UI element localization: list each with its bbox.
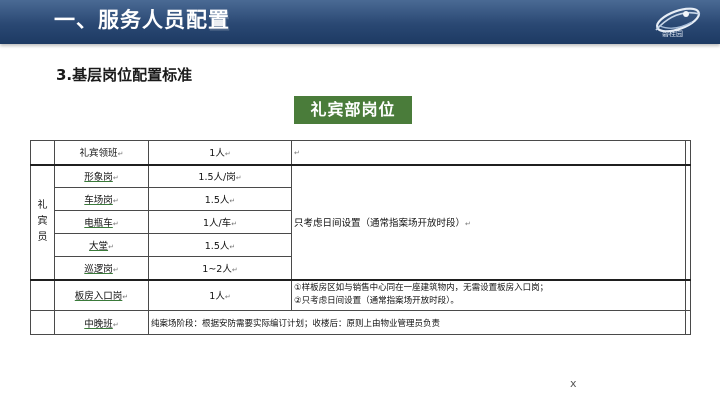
cell-mark: ↵ — [117, 150, 124, 159]
cell-mark: ↵ — [294, 148, 300, 157]
merged-role-text: 礼宾员 — [37, 200, 48, 243]
table-cell — [30, 140, 55, 165]
staffing-value: 1人 — [209, 291, 225, 303]
note-line: ②只考虑日间设置（通常指案场开放时段）。 — [294, 296, 459, 307]
table-cell: 车场岗↵ — [54, 187, 149, 211]
cell-mark: ↵ — [112, 320, 119, 329]
slide-header: 置 一、服务人员配置 碧桂园 — [0, 0, 720, 44]
post-name: 板房入口岗 — [74, 291, 123, 303]
post-name: 大堂 — [89, 241, 109, 252]
evening-shift-note: 纯案场阶段：根据安防需要实际编订计划；收楼后：原则上由物业管理员负责 — [151, 318, 441, 329]
post-name: 巡逻岗 — [84, 263, 113, 275]
cell-mark: ↵ — [231, 265, 238, 274]
table-cell: 巡逻岗↵ — [54, 256, 149, 280]
cell-mark: ↵ — [229, 197, 236, 205]
table-cell: ↵ — [291, 140, 686, 165]
table-cell: 电瓶车↵ — [54, 210, 149, 234]
table-row: 礼宾员 形象岗↵ 1.5人/岗↵ 只考虑日间设置（通常指案场开放时段）↵ — [30, 163, 691, 280]
table-cell — [685, 278, 691, 311]
staffing-value: 1人 — [209, 148, 225, 160]
table-cell — [30, 310, 55, 335]
page-title: 一、服务人员配置 — [54, 8, 230, 32]
post-name: 电瓶车 — [84, 218, 113, 229]
post-name: 中晚班 — [84, 318, 113, 330]
post-name: 形象岗 — [84, 172, 113, 184]
cell-mark: ↵ — [112, 197, 119, 205]
note-line: ①样板房区如与销售中心同在一座建筑物内，无需设置板房入口岗； — [294, 283, 549, 294]
department-badge: 礼宾部岗位 — [294, 96, 412, 124]
section-subtitle: 3.基层岗位配置标准 — [56, 66, 193, 84]
day-shift-note: 只考虑日间设置（通常指案场开放时段） — [294, 218, 466, 229]
staffing-value: 1~2人 — [202, 263, 232, 275]
cell-mark: ↵ — [465, 220, 471, 228]
footer-mark: x — [570, 377, 577, 390]
table-cell — [685, 310, 691, 335]
merged-role-label: 礼宾员 — [30, 163, 55, 280]
table-cell: 板房入口岗↵ — [54, 278, 149, 311]
staffing-value: 1人/车 — [202, 218, 232, 229]
staffing-table: 礼宾领班↵ 1人↵ ↵ 礼宾员 形象岗↵ 1.5人/岗↵ 只考虑日间设置（通常指… — [30, 140, 691, 335]
post-name: 车场岗 — [84, 195, 113, 206]
staffing-value: 1.5人/岗 — [198, 172, 236, 184]
cell-mark: ↵ — [224, 150, 231, 159]
table-cell: 1.5人↵ — [148, 233, 292, 257]
table-cell: 1.5人/岗↵ — [148, 163, 292, 188]
cell-mark: ↵ — [229, 243, 236, 251]
table-cell: 只考虑日间设置（通常指案场开放时段）↵ — [291, 163, 686, 280]
table-row: 中晚班↵ 纯案场阶段：根据安防需要实际编订计划；收楼后：原则上由物业管理员负责 — [30, 310, 691, 335]
table-row: 板房入口岗↵ 1人↵ ①样板房区如与销售中心同在一座建筑物内，无需设置板房入口岗… — [30, 278, 691, 311]
table-cell: ①样板房区如与销售中心同在一座建筑物内，无需设置板房入口岗； ②只考虑日间设置（… — [291, 278, 686, 311]
table-cell: 礼宾领班↵ — [54, 140, 149, 165]
table-cell: 1人/车↵ — [148, 210, 292, 234]
company-logo: 碧桂园 — [646, 2, 708, 42]
table-cell — [685, 140, 691, 165]
table-cell: 1.5人↵ — [148, 187, 292, 211]
post-name: 礼宾领班 — [79, 148, 118, 160]
cell-mark: ↵ — [108, 243, 114, 251]
table-cell: 1~2人↵ — [148, 256, 292, 280]
table-cell — [685, 163, 691, 280]
cell-mark: ↵ — [112, 174, 119, 183]
cell-mark: ↵ — [224, 293, 231, 302]
table-cell: 中晚班↵ — [54, 310, 149, 335]
cell-mark: ↵ — [112, 265, 119, 274]
cell-mark: ↵ — [122, 293, 129, 302]
table-cell: 1人↵ — [148, 140, 292, 165]
table-cell: 1人↵ — [148, 278, 292, 311]
table-cell — [30, 278, 55, 311]
cell-mark: ↵ — [112, 220, 119, 228]
cell-mark: ↵ — [235, 174, 242, 183]
table-cell: 大堂↵ — [54, 233, 149, 257]
logo-text: 碧桂园 — [662, 30, 683, 38]
staffing-value: 1.5人 — [204, 241, 230, 252]
staffing-value: 1.5人 — [204, 195, 230, 206]
table-row: 礼宾领班↵ 1人↵ ↵ — [30, 140, 691, 165]
cell-mark: ↵ — [231, 220, 238, 228]
table-cell: 形象岗↵ — [54, 163, 149, 188]
table-cell: 纯案场阶段：根据安防需要实际编订计划；收楼后：原则上由物业管理员负责 — [148, 310, 686, 335]
